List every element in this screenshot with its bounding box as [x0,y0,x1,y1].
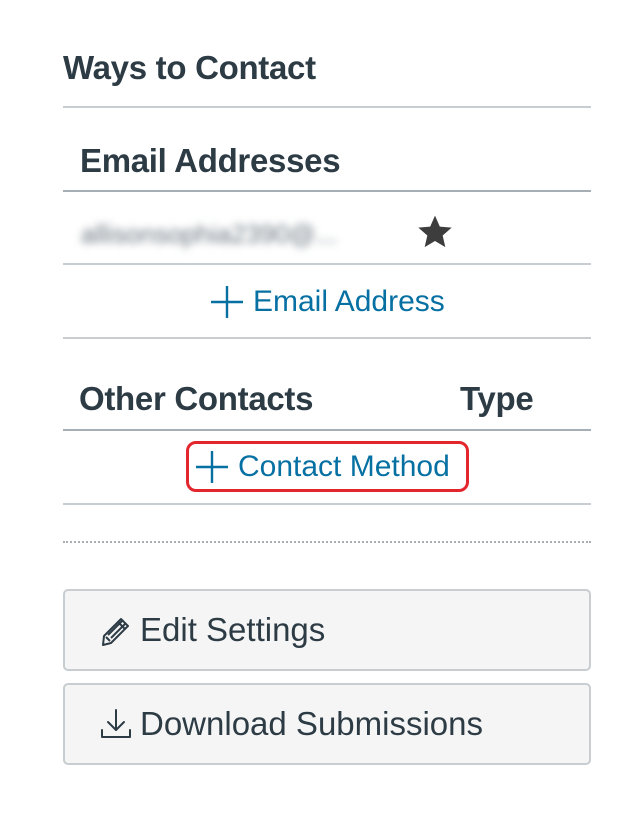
other-contacts-header-divider [63,429,591,431]
download-submissions-label: Download Submissions [140,705,484,742]
plus-icon [211,286,243,318]
email-header-divider [63,190,591,192]
download-submissions-button[interactable]: Download Submissions [63,683,591,765]
download-icon [101,709,131,738]
edit-settings-label: Edit Settings [140,611,326,648]
other-contacts-header: Other Contacts [79,380,314,417]
type-header: Type [460,380,534,417]
email-section-bottom-divider [63,337,591,339]
email-addresses-header: Email Addresses [80,142,341,179]
add-email-address-label: Email Address [253,285,445,318]
star-icon[interactable] [415,212,455,252]
section-dotted-divider [63,541,591,543]
section-title: Ways to Contact [63,49,316,86]
add-email-address-link[interactable]: Email Address [209,282,445,322]
title-divider [63,106,591,108]
email-row-divider [63,263,591,265]
pencil-icon [102,618,129,646]
edit-settings-button[interactable]: Edit Settings [63,589,591,671]
highlight-annotation [186,441,469,492]
other-contacts-bottom-divider [63,503,591,505]
email-address-value[interactable]: allisonsophia2390@... [81,218,337,250]
